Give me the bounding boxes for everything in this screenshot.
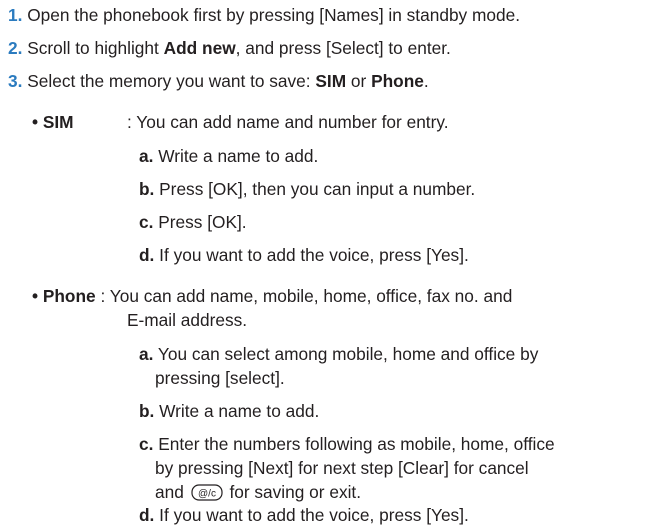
- phone-substep-c-cont2: and @/c for saving or exit.: [155, 482, 361, 503]
- phone-substep-d: d. If you want to add the voice, press […: [139, 505, 469, 526]
- step-number: 3.: [8, 71, 23, 91]
- step-2: 2. Scroll to highlight Add new, and pres…: [8, 38, 451, 59]
- step-text: .: [423, 71, 429, 91]
- substep-letter: c.: [139, 212, 154, 232]
- sim-substep-a: a. Write a name to add.: [139, 146, 318, 167]
- substep-letter: a.: [139, 344, 154, 364]
- step-keyword: Phone: [371, 71, 424, 91]
- sim-substep-c: c. Press [OK].: [139, 212, 247, 233]
- sim-substep-b: b. Press [OK], then you can input a numb…: [139, 179, 475, 200]
- substep-letter: d.: [139, 245, 155, 265]
- substep-text: for saving or exit.: [224, 482, 362, 502]
- substep-text: Press [OK], then you can input a number.: [154, 179, 476, 199]
- bullet-description: : You can add name, mobile, home, office…: [95, 286, 513, 306]
- substep-text: If you want to add the voice, press [Yes…: [154, 245, 469, 265]
- end-clear-key-icon: @/c: [191, 484, 223, 501]
- phone-substep-a: a. You can select among mobile, home and…: [139, 344, 538, 365]
- substep-text: Enter the numbers following as mobile, h…: [153, 434, 555, 454]
- step-text: Open the phonebook first by pressing [Na…: [27, 5, 521, 25]
- substep-letter: d.: [139, 505, 155, 525]
- step-1: 1. Open the phonebook first by pressing …: [8, 5, 520, 26]
- key-icon-label: @/c: [198, 489, 216, 500]
- step-text: , and press [Select] to enter.: [235, 38, 451, 58]
- step-keyword: Add new: [163, 38, 236, 58]
- phone-substep-c-cont: by pressing [Next] for next step [Clear]…: [155, 458, 529, 479]
- bullet-description: : You can add name and number for entry.: [127, 112, 449, 132]
- substep-text: Write a name to add.: [154, 401, 320, 421]
- phone-bullet: • Phone : You can add name, mobile, home…: [32, 286, 512, 307]
- substep-text: and: [155, 482, 189, 502]
- bullet-description: E-mail address.: [127, 310, 248, 330]
- manual-page: 1. Open the phonebook first by pressing …: [0, 0, 654, 525]
- step-text: Scroll to highlight: [27, 38, 164, 58]
- substep-letter: c.: [139, 434, 154, 454]
- sim-bullet: • SIM: [32, 112, 74, 133]
- substep-text: by pressing [Next] for next step [Clear]…: [155, 458, 529, 478]
- step-3: 3. Select the memory you want to save: S…: [8, 71, 429, 92]
- step-text: or: [346, 71, 372, 91]
- substep-text: You can select among mobile, home and of…: [153, 344, 539, 364]
- substep-letter: a.: [139, 146, 154, 166]
- step-text: Select the memory you want to save:: [27, 71, 316, 91]
- substep-letter: b.: [139, 179, 155, 199]
- sim-substep-d: d. If you want to add the voice, press […: [139, 245, 469, 266]
- substep-text: Press [OK].: [153, 212, 247, 232]
- substep-text: If you want to add the voice, press [Yes…: [154, 505, 469, 525]
- phone-description-cont: E-mail address.: [127, 310, 247, 331]
- phone-substep-a-cont: pressing [select].: [155, 368, 285, 389]
- sim-description: : You can add name and number for entry.: [127, 112, 449, 133]
- substep-letter: b.: [139, 401, 155, 421]
- phone-substep-b: b. Write a name to add.: [139, 401, 319, 422]
- step-number: 1.: [8, 5, 23, 25]
- bullet-label: • SIM: [32, 112, 74, 132]
- step-number: 2.: [8, 38, 23, 58]
- substep-text: Write a name to add.: [153, 146, 319, 166]
- phone-substep-c: c. Enter the numbers following as mobile…: [139, 434, 555, 455]
- substep-text: pressing [select].: [155, 368, 285, 388]
- step-keyword: SIM: [315, 71, 347, 91]
- bullet-label: • Phone: [32, 286, 96, 306]
